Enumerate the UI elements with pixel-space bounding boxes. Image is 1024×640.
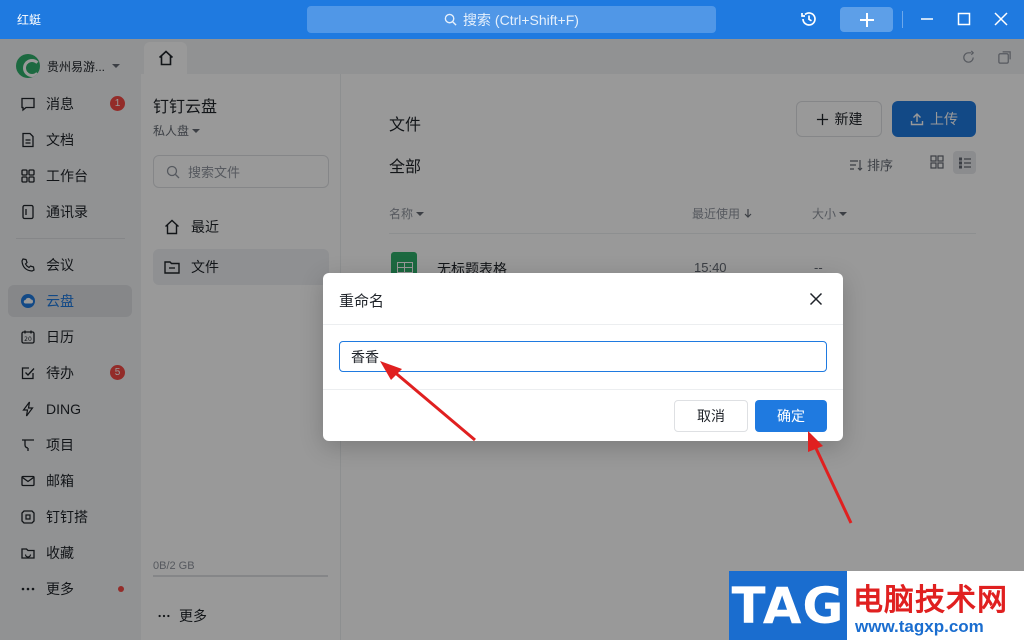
watermark-cn: 电脑技术网 — [853, 584, 1008, 617]
watermark-url: www.tagxp.com — [855, 617, 984, 636]
create-button[interactable] — [840, 7, 893, 32]
dialog-title: 重命名 — [339, 293, 385, 310]
rename-dialog: 重命名 取消 确定 — [323, 273, 843, 441]
watermark: TAG 电脑技术网 www.tagxp.com — [729, 571, 1024, 640]
app-name: 红蜓 — [17, 13, 42, 27]
search-icon — [444, 13, 457, 26]
close-window-icon[interactable] — [991, 9, 1011, 29]
confirm-button[interactable]: 确定 — [755, 400, 827, 432]
dialog-divider-top — [323, 324, 843, 325]
minimize-icon[interactable] — [917, 9, 937, 29]
dialog-divider-bottom — [323, 389, 843, 390]
global-search[interactable]: 搜索 (Ctrl+Shift+F) — [307, 6, 716, 33]
rename-input[interactable] — [339, 341, 827, 372]
watermark-text-block: 电脑技术网 www.tagxp.com — [847, 571, 1024, 640]
global-search-placeholder: 搜索 (Ctrl+Shift+F) — [463, 11, 579, 28]
maximize-icon[interactable] — [954, 9, 974, 29]
watermark-tag: TAG — [729, 571, 847, 640]
history-icon[interactable] — [799, 9, 819, 29]
title-bar: 红蜓 搜索 (Ctrl+Shift+F) — [0, 0, 1024, 39]
close-icon[interactable] — [807, 290, 825, 308]
plus-icon — [859, 12, 874, 27]
cancel-button[interactable]: 取消 — [674, 400, 748, 432]
titlebar-divider — [902, 11, 903, 28]
